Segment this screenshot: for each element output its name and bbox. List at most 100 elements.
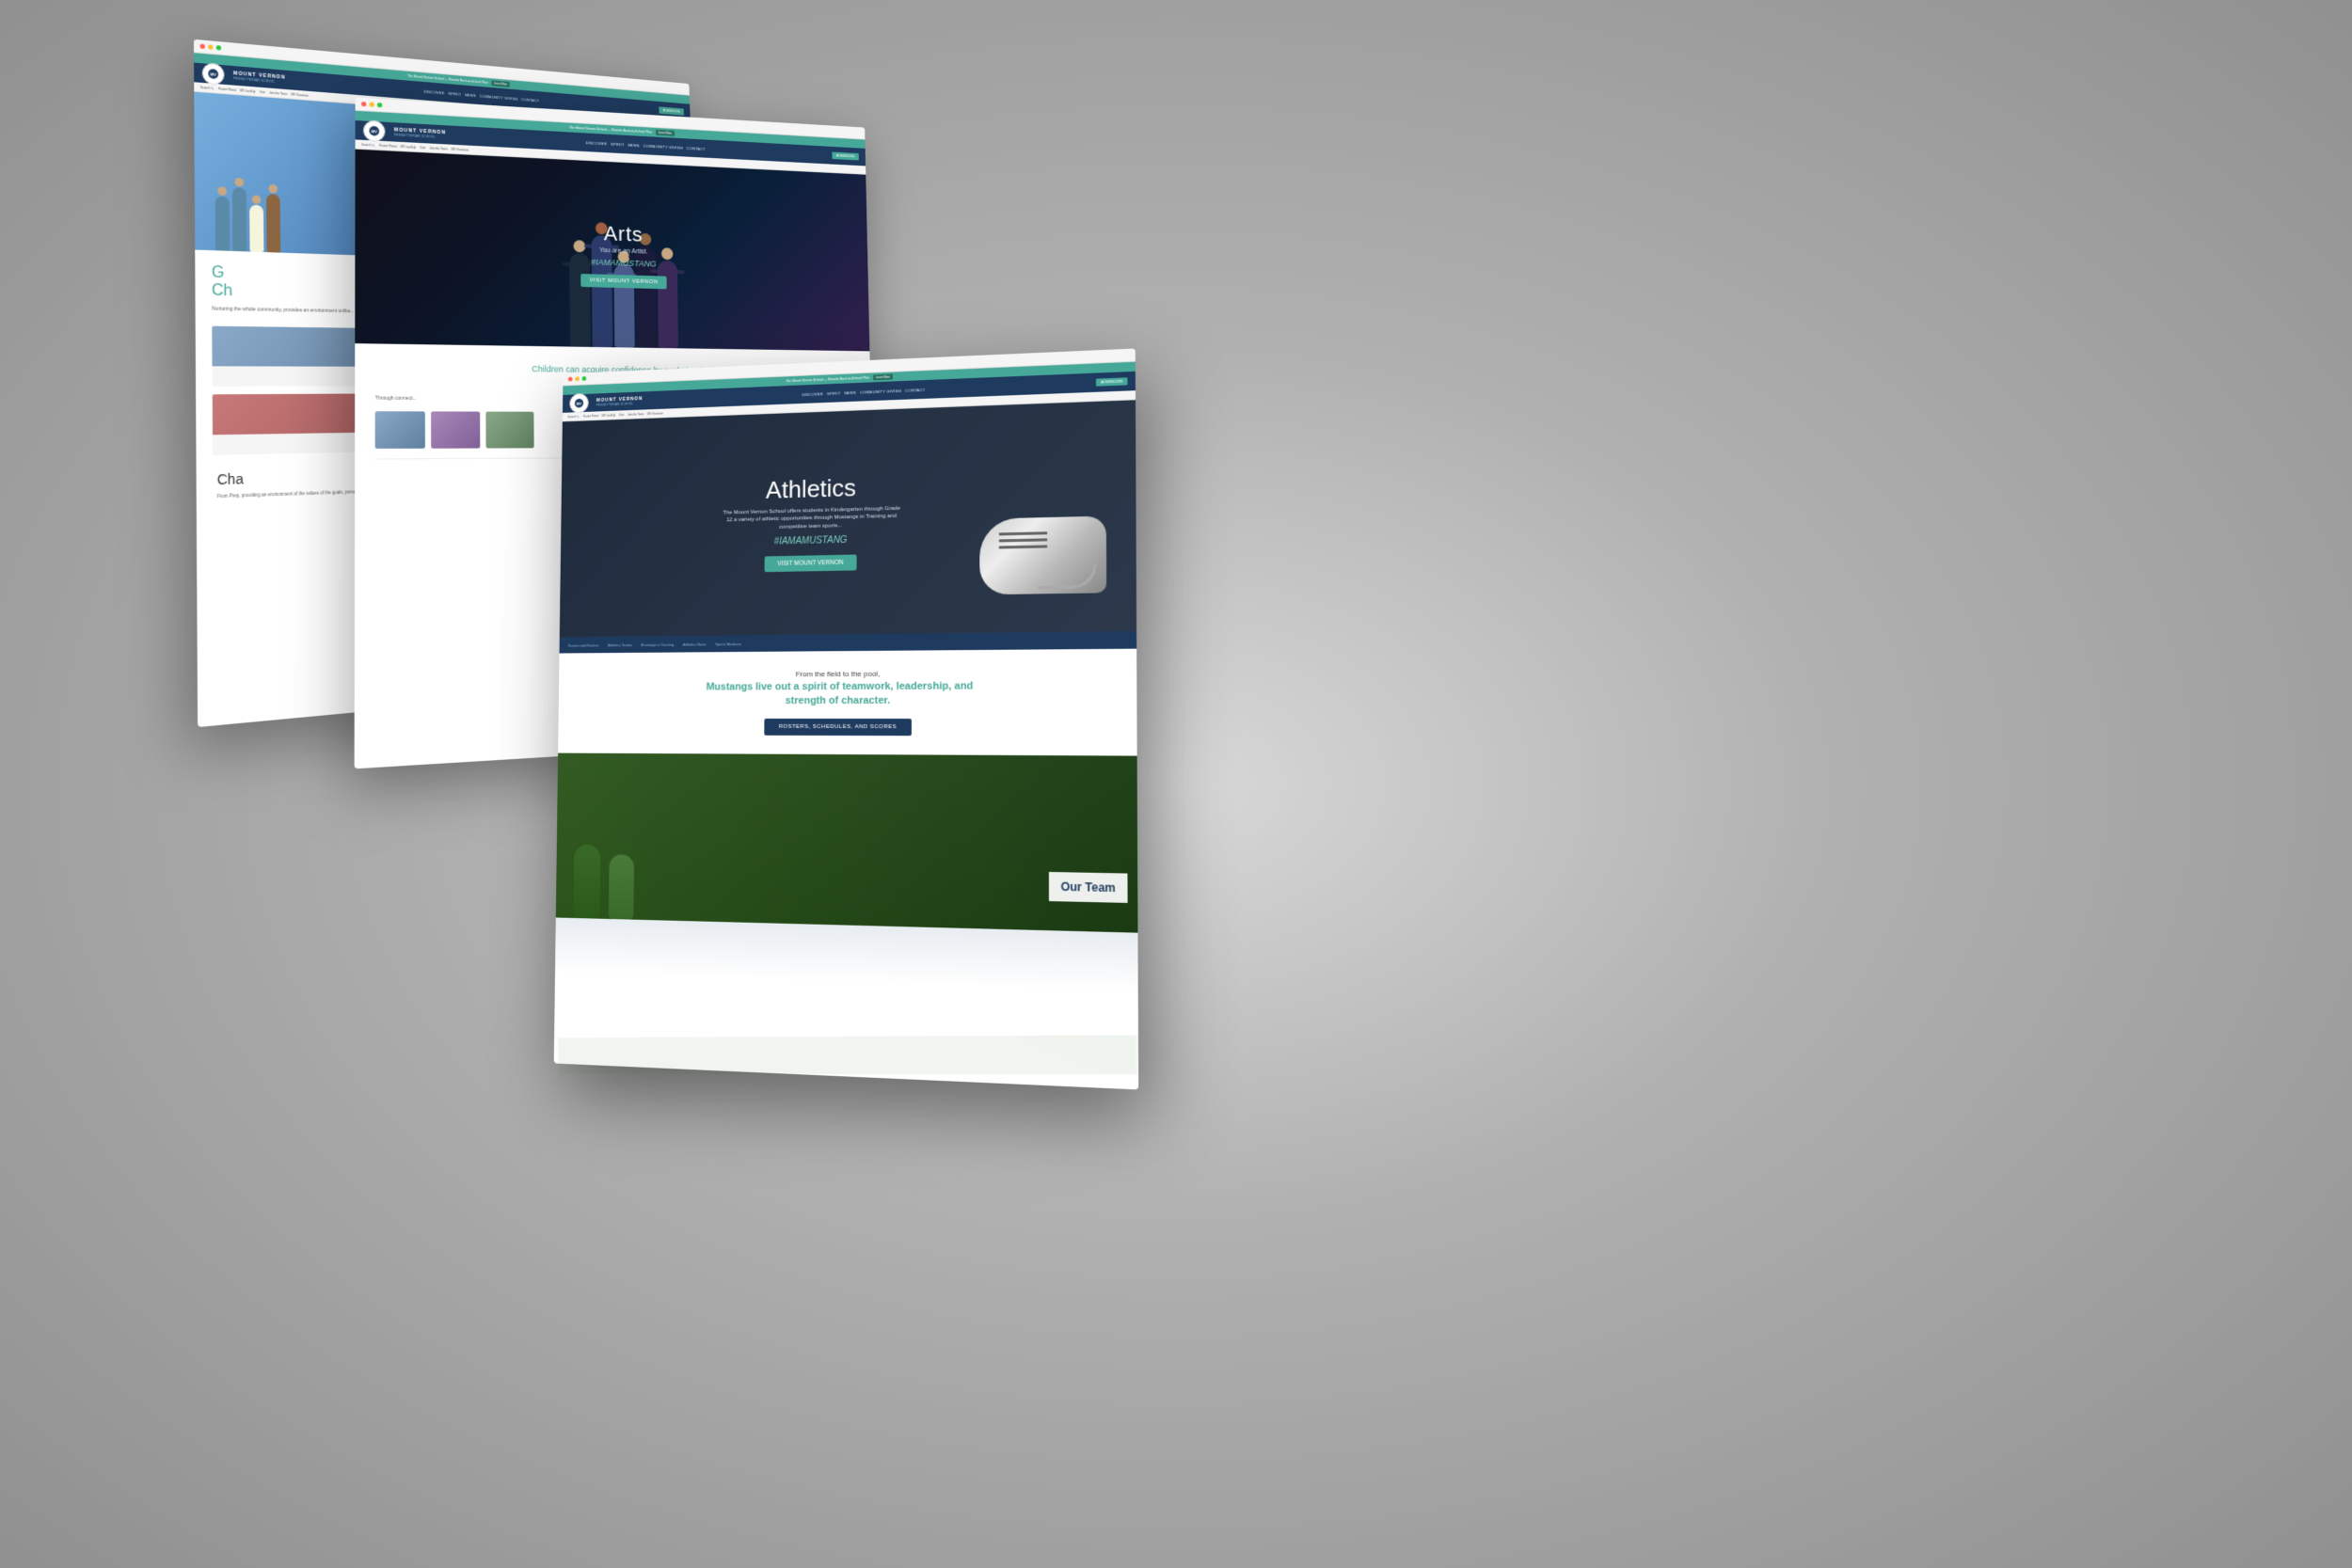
mid-subnav-lookup[interactable]: MV LookUp [401,144,416,149]
front-close-dot [568,377,573,382]
back-subnav-yearstore[interactable]: MV Yearstore [291,92,309,97]
front-hero-text: Athletics The Mount Vernon School offers… [719,472,903,573]
back-school-name: MOUNT VERNON PRESBYTERIAN SCHOOL [233,71,286,85]
front-nav-news[interactable]: NEWS [844,389,856,394]
mid-maximize-dot [377,103,382,107]
maximize-dot [216,45,221,51]
mid-nav-admissions[interactable]: ADMISSIONS [832,152,859,161]
back-nav-contact[interactable]: CONTACT [521,97,539,103]
mid-subnav-yearstore[interactable]: MV Yearstore [452,147,469,151]
front-tagline: From the field to the pool, [577,668,1117,679]
mid-nav-community[interactable]: COMMUNITY GIVING [644,143,683,150]
mid-subnav-search[interactable]: Search 🔍 [361,142,375,147]
mid-thumb-2 [431,412,480,449]
front-logo-inner: MV [575,399,583,408]
mid-thumb-1 [375,411,425,449]
back-subnav-visit[interactable]: Visit [260,89,265,94]
front-hero-cta[interactable]: VISIT MOUNT VERNON [765,555,856,573]
front-football-cleat [979,497,1117,614]
back-people-group [215,186,281,253]
front-hero-title: Athletics [720,472,904,506]
front-subnav-scores[interactable]: Scores and Rosters [568,642,599,647]
front-screen: The Mount Vernon School — Reunite Back-t… [554,348,1138,1089]
front-logo: MV [569,393,588,414]
front-subnav-training[interactable]: Mustangs in Training [641,641,674,646]
mid-subnav-visit[interactable]: Visit [420,145,425,149]
front-tagline-main-1: Mustangs live out a spirit of teamwork, … [707,680,974,692]
front-roster-btn[interactable]: ROSTERS, SCHEDULES, AND SCORES [764,719,912,736]
mid-nav-news[interactable]: NEWS [628,142,640,148]
mid-subnav-portal[interactable]: Parent Portal [379,143,396,148]
front-cleat-swoosh [1038,564,1097,590]
front-subnav-portal[interactable]: Parent Portal [583,414,598,418]
mid-logo-inner: MV [369,126,379,136]
main-scene: The Mount Vernon School — Reunite Back-t… [0,0,2352,1568]
back-person-1 [215,197,230,251]
back-person-3 [249,205,263,252]
front-nav-admissions[interactable]: ADMISSIONS [1096,377,1128,386]
front-nav-contact[interactable]: CONTACT [905,387,925,392]
back-logo: MV [202,62,225,86]
mid-nav-contact[interactable]: CONTACT [687,146,706,151]
back-topbar-btn[interactable]: Learn More [491,80,510,87]
mid-hero-cta[interactable]: VISIT MOUNT VERNON [580,274,667,289]
mid-topbar-btn[interactable]: Learn More [656,130,675,136]
front-nav-discover[interactable]: DISCOVER [802,391,823,397]
mid-subnav-join[interactable]: Join the Team [429,146,447,150]
back-subnav-lookup[interactable]: MV LookUp [240,88,256,93]
front-cleat-body [979,516,1106,595]
front-lacrosse-player-2 [609,854,634,919]
mid-close-dot [361,102,366,106]
mid-hero: Arts You are an Artist. #IAMAMUSTANG VIS… [355,150,869,352]
front-maximize-dot [582,376,587,381]
front-tagline-section: From the field to the pool, Mustangs liv… [558,649,1136,756]
mid-logo: MV [363,119,385,142]
front-topbar-btn[interactable]: Learn More [873,374,893,381]
back-nav-discover[interactable]: DISCOVER [423,88,444,95]
back-nav-admissions[interactable]: ADMISSIONS [659,106,684,115]
close-dot [199,43,204,49]
front-subnav-news[interactable]: Athletics News [683,641,707,646]
mid-hero-title: Arts [580,220,666,247]
front-nav-community[interactable]: COMMUNITY GIVING [860,388,901,394]
mid-school-name: MOUNT VERNON PRESBYTERIAN SCHOOL [394,127,446,139]
front-hero-hashtag: #IAMAMUSTANG [720,534,904,548]
reflection-strip [558,1035,1136,1074]
front-lacrosse-player-1 [573,845,600,919]
mid-nav-spirit[interactable]: SPIRIT [611,141,624,147]
mid-minimize-dot [370,102,374,106]
back-nav-spirit[interactable]: SPIRIT [448,90,461,96]
mid-hero-subtitle: You are an Artist. [580,246,667,256]
back-person-2 [232,187,247,251]
front-subnav-join[interactable]: Join the Team [628,412,644,416]
front-cleat-laces [999,531,1048,552]
front-subnav-yearstore[interactable]: MV Yearstore [647,411,663,415]
front-nav-spirit[interactable]: SPIRIT [827,390,840,395]
front-subnav-search[interactable]: Search 🔍 [567,415,580,419]
front-subnav-medicine[interactable]: Sports Medicine [715,641,741,646]
front-tagline-main: Mustangs live out a spirit of teamwork, … [576,679,1117,709]
back-nav-news[interactable]: NEWS [465,92,476,98]
front-subnav-visit[interactable]: Visit [619,413,624,417]
mid-hero-text: Arts You are an Artist. #IAMAMUSTANG VIS… [580,220,667,289]
front-lace-1 [999,531,1048,535]
front-lacrosse-overlay [556,752,1138,932]
back-subnav-portal[interactable]: Parent Portal [218,87,236,92]
front-subnav-teams[interactable]: Athletics Teams [608,642,632,647]
front-our-team-banner: Our Team [1049,872,1128,903]
front-school-name: MOUNT VERNON PRESBYTERIAN SCHOOL [596,396,643,407]
back-subnav-search[interactable]: Search 🔍 [200,85,215,89]
back-subnav-join[interactable]: Join the Team [269,90,287,96]
minimize-dot [208,44,213,50]
back-nav-community[interactable]: COMMUNITY GIVING [480,93,518,101]
front-tagline-main-2: strength of character. [786,695,890,706]
front-our-team-text: Our Team [1060,879,1115,895]
front-minimize-dot [575,376,580,381]
front-subnav-lookup[interactable]: MV LookUp [602,413,616,417]
back-person-4 [266,194,280,253]
front-lacrosse-section: Our Team [556,752,1138,932]
mid-nav-discover[interactable]: DISCOVER [585,140,607,146]
mid-hero-hashtag: #IAMAMUSTANG [580,257,667,269]
front-lace-3 [999,545,1048,548]
front-lace-2 [999,538,1048,542]
